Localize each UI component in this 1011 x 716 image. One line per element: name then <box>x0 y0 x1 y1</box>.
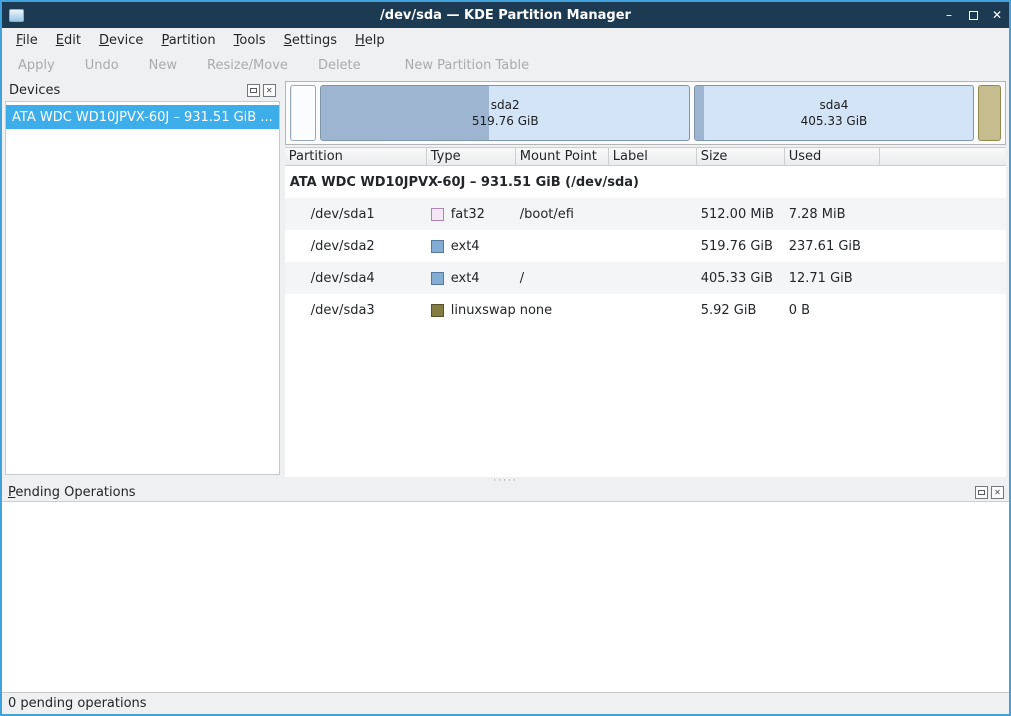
resize-move-button[interactable]: Resize/Move <box>199 55 296 76</box>
table-row[interactable]: /dev/sda4 ext4 / 405.33 GiB 12.71 GiB <box>285 262 1006 294</box>
column-header-filler <box>880 148 1006 165</box>
pending-operations-header: Pending Operations ✕ <box>2 484 1009 501</box>
horizontal-splitter[interactable]: ····· <box>2 477 1009 484</box>
menu-help[interactable]: Help <box>346 30 394 51</box>
table-row[interactable]: /dev/sda1 fat32 /boot/efi 512.00 MiB 7.2… <box>285 198 1006 230</box>
column-header-label[interactable]: Label <box>609 148 697 165</box>
column-header-size[interactable]: Size <box>697 148 785 165</box>
menu-partition[interactable]: Partition <box>152 30 224 51</box>
restore-glyph <box>969 11 978 20</box>
main-pane: sda2 519.76 GiB sda4 405.33 GiB Partitio <box>284 78 1009 477</box>
mount-point-cell: /boot/efi <box>516 207 609 222</box>
column-header-type[interactable]: Type <box>427 148 516 165</box>
restore-icon[interactable] <box>961 3 985 27</box>
device-list: ATA WDC WD10JPVX-60J – 931.51 GiB ... <box>5 101 280 475</box>
used-cell: 7.28 MiB <box>785 207 880 222</box>
device-list-item[interactable]: ATA WDC WD10JPVX-60J – 931.51 GiB ... <box>6 105 279 129</box>
partition-cell: /dev/sda4 <box>285 271 427 286</box>
partition-bar: sda2 519.76 GiB sda4 405.33 GiB <box>285 81 1006 145</box>
partition-cell: /dev/sda3 <box>285 303 427 318</box>
window-title: /dev/sda — KDE Partition Manager <box>2 8 1009 23</box>
apply-button[interactable]: Apply <box>10 55 63 76</box>
partition-cell: /dev/sda1 <box>285 207 427 222</box>
size-cell: 5.92 GiB <box>697 303 785 318</box>
main-content: Devices ✕ ATA WDC WD10JPVX-60J – 931.51 … <box>2 78 1009 477</box>
delete-button[interactable]: Delete <box>310 55 369 76</box>
size-cell: 519.76 GiB <box>697 239 785 254</box>
mount-point-cell: none <box>516 303 609 318</box>
table-row[interactable]: /dev/sda3 linuxswap none 5.92 GiB 0 B <box>285 294 1006 326</box>
new-button[interactable]: New <box>141 55 185 76</box>
mount-point-cell: / <box>516 271 609 286</box>
type-cell: fat32 <box>427 207 516 222</box>
column-header-used[interactable]: Used <box>785 148 880 165</box>
size-cell: 512.00 MiB <box>697 207 785 222</box>
column-header-mount-point[interactable]: Mount Point <box>516 148 609 165</box>
pending-operations-title: Pending Operations <box>8 485 972 500</box>
new-partition-table-button[interactable]: New Partition Table <box>397 55 537 76</box>
devices-panel-header: Devices ✕ <box>5 81 280 99</box>
close-panel-icon[interactable]: ✕ <box>991 486 1004 499</box>
fs-color-swatch <box>431 304 444 317</box>
segment-name: sda4 <box>820 97 849 113</box>
partition-segment-sda4[interactable]: sda4 405.33 GiB <box>694 85 973 141</box>
menu-tools[interactable]: Tools <box>225 30 275 51</box>
app-window: /dev/sda — KDE Partition Manager – ✕ Fil… <box>0 0 1011 716</box>
segment-size: 519.76 GiB <box>472 113 539 129</box>
used-cell: 12.71 GiB <box>785 271 880 286</box>
close-panel-icon[interactable]: ✕ <box>263 84 276 97</box>
menubar: File Edit Device Partition Tools Setting… <box>2 28 1009 52</box>
undo-button[interactable]: Undo <box>77 55 127 76</box>
column-header-partition[interactable]: Partition <box>285 148 427 165</box>
size-cell: 405.33 GiB <box>697 271 785 286</box>
titlebar[interactable]: /dev/sda — KDE Partition Manager – ✕ <box>2 2 1009 28</box>
type-cell: ext4 <box>427 239 516 254</box>
table-header: Partition Type Mount Point Label Size Us… <box>285 147 1006 166</box>
float-panel-icon[interactable] <box>975 486 988 499</box>
partition-segment-sda1[interactable] <box>290 85 316 141</box>
menu-file[interactable]: File <box>7 30 47 51</box>
used-cell: 237.61 GiB <box>785 239 880 254</box>
segment-size: 405.33 GiB <box>801 113 868 129</box>
partition-cell: /dev/sda2 <box>285 239 427 254</box>
devices-panel-title: Devices <box>9 83 244 98</box>
pending-operations-list <box>2 501 1009 692</box>
partition-segment-sda2[interactable]: sda2 519.76 GiB <box>320 85 690 141</box>
partition-table: Partition Type Mount Point Label Size Us… <box>285 147 1006 477</box>
type-cell: ext4 <box>427 271 516 286</box>
device-group-row[interactable]: ATA WDC WD10JPVX-60J – 931.51 GiB (/dev/… <box>285 166 1006 198</box>
table-row[interactable]: /dev/sda2 ext4 519.76 GiB 237.61 GiB <box>285 230 1006 262</box>
toolbar: Apply Undo New Resize/Move Delete New Pa… <box>2 52 1009 78</box>
partition-segment-sda3[interactable] <box>978 85 1002 141</box>
status-text: 0 pending operations <box>8 696 147 711</box>
type-cell: linuxswap <box>427 303 516 318</box>
fs-color-swatch <box>431 272 444 285</box>
float-panel-icon[interactable] <box>247 84 260 97</box>
close-icon[interactable]: ✕ <box>985 3 1009 27</box>
window-controls: – ✕ <box>937 3 1009 27</box>
app-icon <box>9 9 24 22</box>
status-bar: 0 pending operations <box>2 692 1009 714</box>
menu-edit[interactable]: Edit <box>47 30 90 51</box>
minimize-icon[interactable]: – <box>937 3 961 27</box>
segment-name: sda2 <box>491 97 520 113</box>
menu-device[interactable]: Device <box>90 30 152 51</box>
fs-color-swatch <box>431 240 444 253</box>
used-cell: 0 B <box>785 303 880 318</box>
devices-panel: Devices ✕ ATA WDC WD10JPVX-60J – 931.51 … <box>2 78 280 477</box>
menu-settings[interactable]: Settings <box>275 30 346 51</box>
fs-color-swatch <box>431 208 444 221</box>
